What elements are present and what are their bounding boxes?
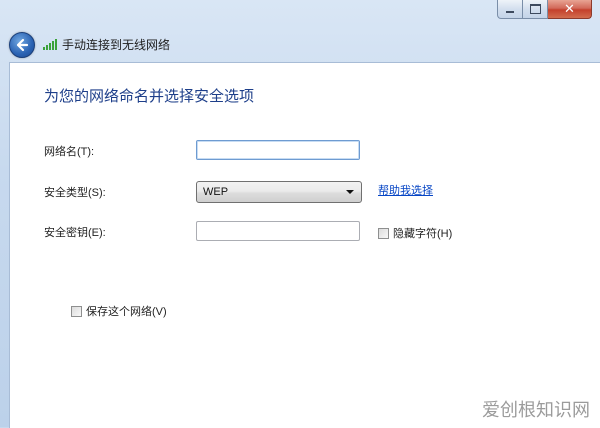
save-network-checkbox[interactable] — [71, 305, 82, 317]
network-name-label: 网络名(T): — [44, 146, 95, 158]
page-heading: 为您的网络命名并选择安全选项 — [44, 88, 255, 105]
chevron-down-icon — [346, 190, 354, 194]
maximize-button[interactable] — [523, 0, 548, 19]
watermark: 爱创根知识网 — [482, 400, 590, 421]
back-arrow-icon — [16, 38, 29, 52]
help-me-choose-link[interactable]: 帮助我选择 — [378, 182, 433, 198]
hide-characters-label: 隐藏字符(H) — [393, 228, 453, 240]
minimize-button[interactable] — [497, 0, 523, 19]
back-button[interactable] — [9, 32, 35, 58]
network-name-input[interactable] — [196, 140, 360, 160]
security-type-label: 安全类型(S): — [44, 187, 106, 199]
maximize-icon — [529, 4, 541, 14]
security-type-select[interactable]: WEP — [196, 181, 362, 203]
security-key-label: 安全密钥(E): — [44, 227, 106, 239]
security-key-input[interactable] — [196, 221, 360, 241]
close-button[interactable]: ✕ — [548, 0, 592, 19]
window-title: 手动连接到无线网络 — [62, 38, 171, 52]
hide-characters-option[interactable]: 隐藏字符(H) — [378, 225, 452, 241]
save-network-option[interactable]: 保存这个网络(V) — [71, 303, 167, 319]
save-network-label: 保存这个网络(V) — [86, 306, 167, 318]
minimize-icon — [506, 11, 514, 13]
wireless-signal-icon — [43, 39, 57, 50]
caption-buttons: ✕ — [497, 0, 592, 20]
hide-characters-checkbox[interactable] — [378, 227, 389, 239]
window-frame: ✕ 手动连接到无线网络 为您的网络命名并选择安全选项 网络名(T): 安全类型(… — [0, 0, 600, 428]
close-icon: ✕ — [564, 1, 575, 17]
content-pane: 为您的网络命名并选择安全选项 网络名(T): 安全类型(S): WEP 帮助我选… — [9, 62, 600, 428]
security-type-value: WEP — [203, 186, 229, 198]
